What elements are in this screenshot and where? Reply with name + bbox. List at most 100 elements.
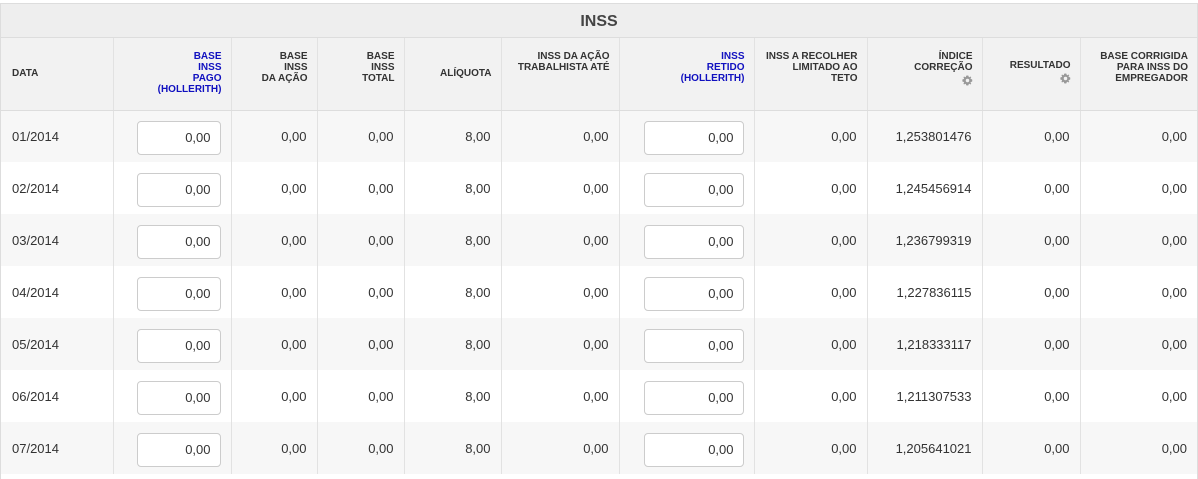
- column-header-line: RETIDO: [706, 62, 745, 73]
- cell-inss-retido: [619, 318, 755, 370]
- table-row: 07/20140,000,008,000,000,001,2056410210,…: [1, 422, 1197, 474]
- cell-resultado: 0,00: [982, 214, 1081, 266]
- base-inss-pago-input[interactable]: [136, 224, 221, 259]
- column-header-line: DATA: [12, 68, 39, 80]
- cell-resultado: 0,00: [982, 110, 1081, 162]
- cell-inss-recolher: 0,00: [754, 422, 868, 474]
- cell-base-acao: 0,00: [231, 318, 318, 370]
- table-row: 06/20140,000,008,000,000,001,2113075330,…: [1, 370, 1197, 422]
- cell-aliquota: 8,00: [404, 318, 502, 370]
- inss-table: DATA BASE INSS PAGO (HOLLERITH) BASE INSS DA AÇ…: [1, 38, 1197, 474]
- column-header-line: (HOLLERITH): [680, 73, 745, 84]
- base-inss-pago-input[interactable]: [136, 328, 221, 363]
- cell-inss-retido: [619, 266, 755, 318]
- cell-base-pago: [113, 370, 232, 422]
- column-header-line: TRABALHISTA ATÉ: [517, 62, 610, 73]
- cell-resultado: 0,00: [982, 266, 1081, 318]
- cell-base-total: 0,00: [317, 266, 405, 318]
- cell-data: 04/2014: [1, 266, 114, 318]
- cell-inss-recolher: 0,00: [754, 370, 868, 422]
- column-header-line: (HOLLERITH): [157, 84, 222, 95]
- cell-inss-acao: 0,00: [501, 110, 620, 162]
- cell-inss-recolher: 0,00: [754, 318, 868, 370]
- cell-aliquota: 8,00: [404, 162, 502, 214]
- inss-retido-input[interactable]: [643, 380, 744, 415]
- cell-inss-retido: [619, 214, 755, 266]
- inss-retido-input[interactable]: [643, 172, 744, 207]
- column-header-line: INSS DA AÇÃO: [537, 51, 610, 62]
- cell-base-pago: [113, 162, 232, 214]
- column-header-line: BASE: [193, 51, 222, 62]
- base-inss-pago-input[interactable]: [136, 172, 221, 207]
- inss-panel: INSS DATA BASE INSS PAGO (HOLLERITH) BASE INSS…: [0, 3, 1198, 479]
- cell-inss-recolher: 0,00: [754, 162, 868, 214]
- cell-inss-retido: [619, 162, 755, 214]
- column-header-aliquota: ALÍQUOTA: [404, 38, 502, 111]
- cell-inss-acao: 0,00: [501, 422, 620, 474]
- inss-retido-input[interactable]: [643, 328, 744, 363]
- cell-inss-recolher: 0,00: [754, 214, 868, 266]
- column-header-line: TOTAL: [362, 73, 395, 84]
- column-header-line: INSS: [721, 51, 745, 62]
- cell-resultado: 0,00: [982, 318, 1081, 370]
- table-row: 03/20140,000,008,000,000,001,2367993190,…: [1, 214, 1197, 266]
- column-header-data: DATA: [1, 38, 114, 111]
- cell-aliquota: 8,00: [404, 110, 502, 162]
- cell-base-pago: [113, 318, 232, 370]
- column-header-line: BASE: [279, 51, 308, 62]
- cell-base-acao: 0,00: [231, 214, 318, 266]
- column-header-line: PAGO: [192, 73, 222, 84]
- cell-base-corrigida: 0,00: [1080, 162, 1197, 214]
- column-header-indice: ÍNDICE CORREÇÃO: [867, 38, 983, 111]
- cell-resultado: 0,00: [982, 162, 1081, 214]
- cell-base-corrigida: 0,00: [1080, 370, 1197, 422]
- cell-resultado: 0,00: [982, 422, 1081, 474]
- cell-indice: 1,245456914: [867, 162, 983, 214]
- base-inss-pago-input[interactable]: [136, 380, 221, 415]
- cell-base-corrigida: 0,00: [1080, 318, 1197, 370]
- base-inss-pago-input[interactable]: [136, 432, 221, 467]
- cell-data: 05/2014: [1, 318, 114, 370]
- cell-indice: 1,253801476: [867, 110, 983, 162]
- column-header-base-acao: BASE INSS DA AÇÃO: [231, 38, 318, 111]
- cell-inss-retido: [619, 422, 755, 474]
- column-header-base-pago: BASE INSS PAGO (HOLLERITH): [113, 38, 232, 111]
- column-header-line: ALÍQUOTA: [440, 68, 492, 80]
- column-header-line: PARA INSS DO: [1116, 62, 1188, 73]
- inss-retido-input[interactable]: [643, 120, 744, 155]
- cell-aliquota: 8,00: [404, 266, 502, 318]
- cell-base-pago: [113, 214, 232, 266]
- column-header-resultado: RESULTADO: [982, 38, 1081, 111]
- column-header-line: BASE: [366, 51, 395, 62]
- base-inss-pago-input[interactable]: [136, 276, 221, 311]
- cell-base-total: 0,00: [317, 214, 405, 266]
- inss-retido-input[interactable]: [643, 224, 744, 259]
- column-header-inss-retido: INSS RETIDO (HOLLERITH): [619, 38, 755, 111]
- cell-base-acao: 0,00: [231, 162, 318, 214]
- cell-base-total: 0,00: [317, 318, 405, 370]
- gear-icon[interactable]: [961, 75, 973, 86]
- cell-indice: 1,211307533: [867, 370, 983, 422]
- cell-base-acao: 0,00: [231, 370, 318, 422]
- cell-base-acao: 0,00: [231, 110, 318, 162]
- column-header-line: TETO: [831, 73, 858, 84]
- cell-inss-recolher: 0,00: [754, 266, 868, 318]
- column-header-line: INSS: [371, 62, 395, 73]
- cell-data: 02/2014: [1, 162, 114, 214]
- cell-base-corrigida: 0,00: [1080, 266, 1197, 318]
- cell-base-corrigida: 0,00: [1080, 110, 1197, 162]
- cell-base-total: 0,00: [317, 162, 405, 214]
- base-inss-pago-input[interactable]: [136, 120, 221, 155]
- cell-aliquota: 8,00: [404, 370, 502, 422]
- inss-retido-input[interactable]: [643, 432, 744, 467]
- column-header-line: INSS A RECOLHER: [766, 51, 858, 62]
- cell-inss-retido: [619, 110, 755, 162]
- table-body: 01/20140,000,008,000,000,001,2538014760,…: [1, 110, 1197, 474]
- table-row: 05/20140,000,008,000,000,001,2183331170,…: [1, 318, 1197, 370]
- gear-icon[interactable]: [1059, 73, 1071, 84]
- cell-base-acao: 0,00: [231, 422, 318, 474]
- cell-data: 06/2014: [1, 370, 114, 422]
- inss-retido-input[interactable]: [643, 276, 744, 311]
- cell-indice: 1,205641021: [867, 422, 983, 474]
- cell-indice: 1,227836115: [867, 266, 983, 318]
